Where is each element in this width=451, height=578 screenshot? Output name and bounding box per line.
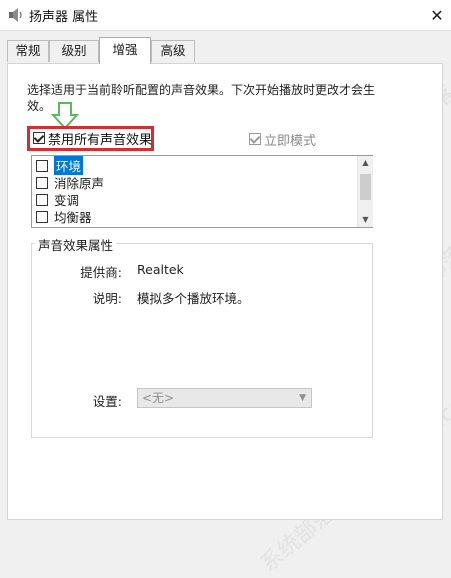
settings-value: <无> — [142, 391, 175, 405]
tab-label: 常规 — [15, 43, 41, 58]
disable-all-effects-checkbox[interactable] — [33, 132, 45, 144]
effect-checkbox[interactable] — [36, 193, 48, 206]
speaker-icon — [9, 8, 22, 22]
effect-checkbox[interactable] — [36, 176, 48, 189]
tab-label: 级别 — [61, 43, 87, 58]
effect-properties-title: 声音效果属性 — [35, 235, 117, 254]
disable-all-effects-label[interactable]: 禁用所有声音效果 — [48, 129, 152, 148]
scroll-up-icon[interactable]: ▲ — [358, 156, 373, 170]
description-value: 模拟多个播放环境。 — [137, 291, 250, 306]
description-text: 选择适用于当前聆听配置的声音效果。下次开始播放时更改才会生效。 — [27, 83, 376, 113]
tab-levels[interactable]: 级别 — [49, 40, 99, 62]
effect-label: 均衡器 — [54, 210, 92, 225]
tab-label: 增强 — [112, 42, 138, 57]
close-button[interactable]: ✕ — [423, 0, 451, 30]
list-item[interactable]: 环境 — [36, 156, 84, 175]
effect-checkbox[interactable] — [36, 210, 48, 223]
tab-enhancements[interactable]: 增强 — [99, 37, 151, 64]
list-item[interactable]: 变调 — [36, 192, 79, 208]
window-title: 扬声器 属性 — [29, 10, 99, 25]
tab-advanced[interactable]: 高级 — [151, 40, 195, 62]
list-item[interactable]: 消除原声 — [36, 175, 104, 191]
settings-label: 设置: — [92, 394, 122, 409]
scrollbar-thumb[interactable] — [360, 174, 371, 200]
close-icon: ✕ — [430, 5, 444, 25]
immediate-mode-checkbox[interactable] — [249, 133, 261, 145]
immediate-mode-label: 立即模式 — [264, 134, 317, 149]
scroll-down-icon[interactable]: ▼ — [358, 213, 373, 227]
effects-list[interactable]: 环境 消除原声 变调 均衡器 — [31, 155, 373, 228]
settings-dropdown[interactable]: <无> ▼ — [137, 388, 312, 408]
provider-label: 提供商: — [80, 265, 122, 280]
effects-list-scrollbar[interactable]: ▲ ▼ — [357, 156, 373, 227]
provider-value: Realtek — [137, 262, 184, 277]
effect-checkbox[interactable] — [36, 159, 48, 172]
chevron-down-icon: ▼ — [299, 393, 306, 403]
list-item[interactable]: 均衡器 — [36, 209, 92, 225]
tab-general[interactable]: 常规 — [7, 40, 49, 62]
tab-label: 高级 — [160, 43, 186, 58]
description-label: 说明: — [92, 291, 122, 306]
